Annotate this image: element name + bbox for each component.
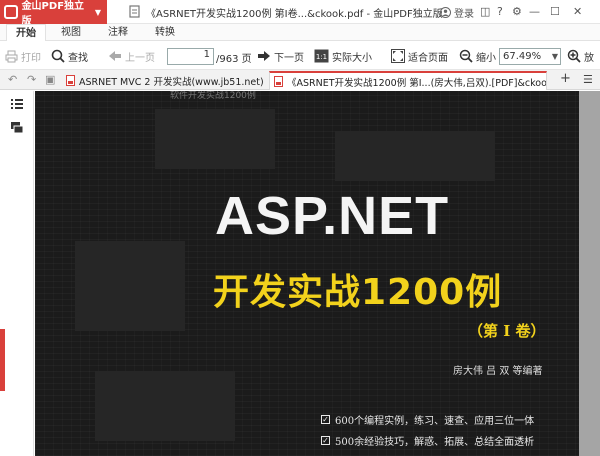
new-tab-icon[interactable]: +: [560, 71, 571, 86]
comments-icon[interactable]: [10, 121, 24, 135]
prev-page-button[interactable]: 上一页: [108, 48, 155, 64]
document-tab-bar: ↶ ↷ ▣ ASRNET MVC 2 开发实战(www.jb51.net) × …: [0, 70, 600, 90]
find-label: 查找: [68, 52, 88, 64]
outline-list-icon[interactable]: [10, 97, 24, 111]
cover-pattern: [95, 371, 235, 441]
actual-size-icon: 1:1: [314, 49, 329, 63]
zoom-out-label: 缩小: [476, 52, 496, 64]
skin-icon[interactable]: ◫: [480, 5, 490, 18]
find-button[interactable]: 查找: [51, 48, 88, 64]
tab-annotate[interactable]: 注释: [108, 24, 128, 41]
ribbon-tabs: 开始 视图 注释 转换: [0, 24, 600, 41]
app-logo-icon: [4, 5, 18, 19]
page-total: /963 页: [216, 54, 252, 65]
login-button[interactable]: 登录: [440, 5, 474, 20]
zoom-value: 67.49%: [503, 51, 542, 62]
zoom-in-button[interactable]: 放: [567, 48, 594, 64]
pdf-file-icon: [274, 76, 283, 87]
redo-icon[interactable]: ↷: [27, 73, 36, 86]
tab-convert[interactable]: 转换: [155, 24, 175, 41]
fit-page-label: 适合页面: [408, 52, 448, 64]
sidebar-toggle-handle[interactable]: [0, 329, 5, 391]
zoom-in-label: 放: [584, 52, 594, 64]
settings-icon[interactable]: ⚙: [512, 5, 522, 18]
pdf-page: 软件开发实战1200例 ASP.NET 开发实战1200例 （第 I 卷） 房大…: [35, 91, 579, 456]
cover-bullet: ✓ 600个编程实例，练习、速查、应用三位一体: [321, 412, 534, 427]
cover-bullet: ✓ 500余经验技巧，解惑、拓展、总结全面透析: [321, 433, 534, 448]
zoom-select[interactable]: 67.49% ▼: [499, 48, 561, 65]
print-button[interactable]: 打印: [5, 48, 41, 64]
prev-page-label: 上一页: [125, 52, 155, 64]
tab-list-icon[interactable]: ☰: [583, 73, 593, 86]
chevron-down-icon: ▼: [551, 52, 558, 61]
save-icon[interactable]: ▣: [45, 73, 55, 86]
login-label: 登录: [454, 9, 474, 20]
document-viewer[interactable]: 软件开发实战1200例 ASP.NET 开发实战1200例 （第 I 卷） 房大…: [35, 91, 600, 456]
checkbox-icon: ✓: [321, 414, 330, 424]
app-name: 金山PDF独立版: [21, 1, 85, 27]
minimize-icon[interactable]: —: [529, 5, 540, 18]
next-page-button[interactable]: 下一页: [257, 48, 304, 64]
cover-bullet-text: 500余经验技巧，解惑、拓展、总结全面透析: [335, 437, 535, 448]
cover-pattern: [155, 109, 275, 169]
cover-bullet-text: 600个编程实例，练习、速查、应用三位一体: [335, 416, 535, 427]
maximize-icon[interactable]: ☐: [550, 5, 560, 18]
svg-text:1:1: 1:1: [316, 53, 327, 61]
help-icon[interactable]: ?: [497, 5, 503, 18]
document-icon[interactable]: [128, 5, 141, 18]
cover-pattern: [335, 131, 495, 181]
chevron-down-icon: ▼: [94, 7, 101, 17]
fit-page-button[interactable]: 适合页面: [391, 48, 448, 64]
search-icon: [51, 49, 65, 63]
printer-icon: [5, 50, 18, 62]
pdf-file-icon: [66, 75, 75, 86]
doc-tab-label: 《ASRNET开发实战1200例 第I...(房大伟,吕双).[PDF]&cko…: [287, 77, 547, 89]
zoom-out-button[interactable]: 缩小: [459, 48, 496, 64]
arrow-left-icon: [109, 51, 121, 61]
checkbox-icon: ✓: [321, 435, 330, 445]
title-bar: 金山PDF独立版 ▼ 《ASRNET开发实战1200例 第I卷...&ckook…: [0, 0, 600, 27]
cover-title-en: ASP.NET: [215, 186, 450, 246]
window-title: 《ASRNET开发实战1200例 第I卷...&ckook.pdf - 金山PD…: [146, 9, 443, 20]
close-icon[interactable]: ✕: [573, 5, 582, 18]
tab-view[interactable]: 视图: [61, 24, 81, 41]
arrow-right-icon: [258, 51, 270, 61]
undo-icon[interactable]: ↶: [8, 73, 17, 86]
user-icon: [440, 7, 451, 18]
print-label: 打印: [21, 52, 41, 64]
cover-title-cn: 开发实战1200例: [213, 272, 503, 313]
doc-tab-label: ASRNET MVC 2 开发实战(www.jb51.net): [79, 76, 264, 88]
doc-tab-asrnet-1200[interactable]: 《ASRNET开发实战1200例 第I...(房大伟,吕双).[PDF]&cko…: [269, 71, 547, 90]
fit-page-icon: [391, 49, 405, 63]
zoom-in-icon: [567, 49, 581, 63]
left-sidebar: [0, 91, 34, 456]
doc-tab-asrnet-mvc[interactable]: ASRNET MVC 2 开发实战(www.jb51.net) ×: [62, 71, 269, 90]
next-page-label: 下一页: [274, 52, 304, 64]
tab-start[interactable]: 开始: [6, 24, 46, 41]
cover-series-label: 软件开发实战1200例: [170, 91, 256, 101]
cover-volume: （第 I 卷）: [468, 322, 546, 340]
cover-authors: 房大伟 吕 双 等编著: [453, 366, 543, 377]
zoom-out-icon: [459, 49, 473, 63]
app-menu-button[interactable]: 金山PDF独立版 ▼: [0, 0, 107, 27]
viewer-scroll-area[interactable]: [579, 91, 600, 456]
actual-size-label: 实际大小: [332, 52, 372, 64]
page-number-input[interactable]: 1: [167, 48, 214, 65]
cover-pattern: [75, 241, 185, 331]
actual-size-button[interactable]: 1:1 实际大小: [314, 48, 372, 64]
